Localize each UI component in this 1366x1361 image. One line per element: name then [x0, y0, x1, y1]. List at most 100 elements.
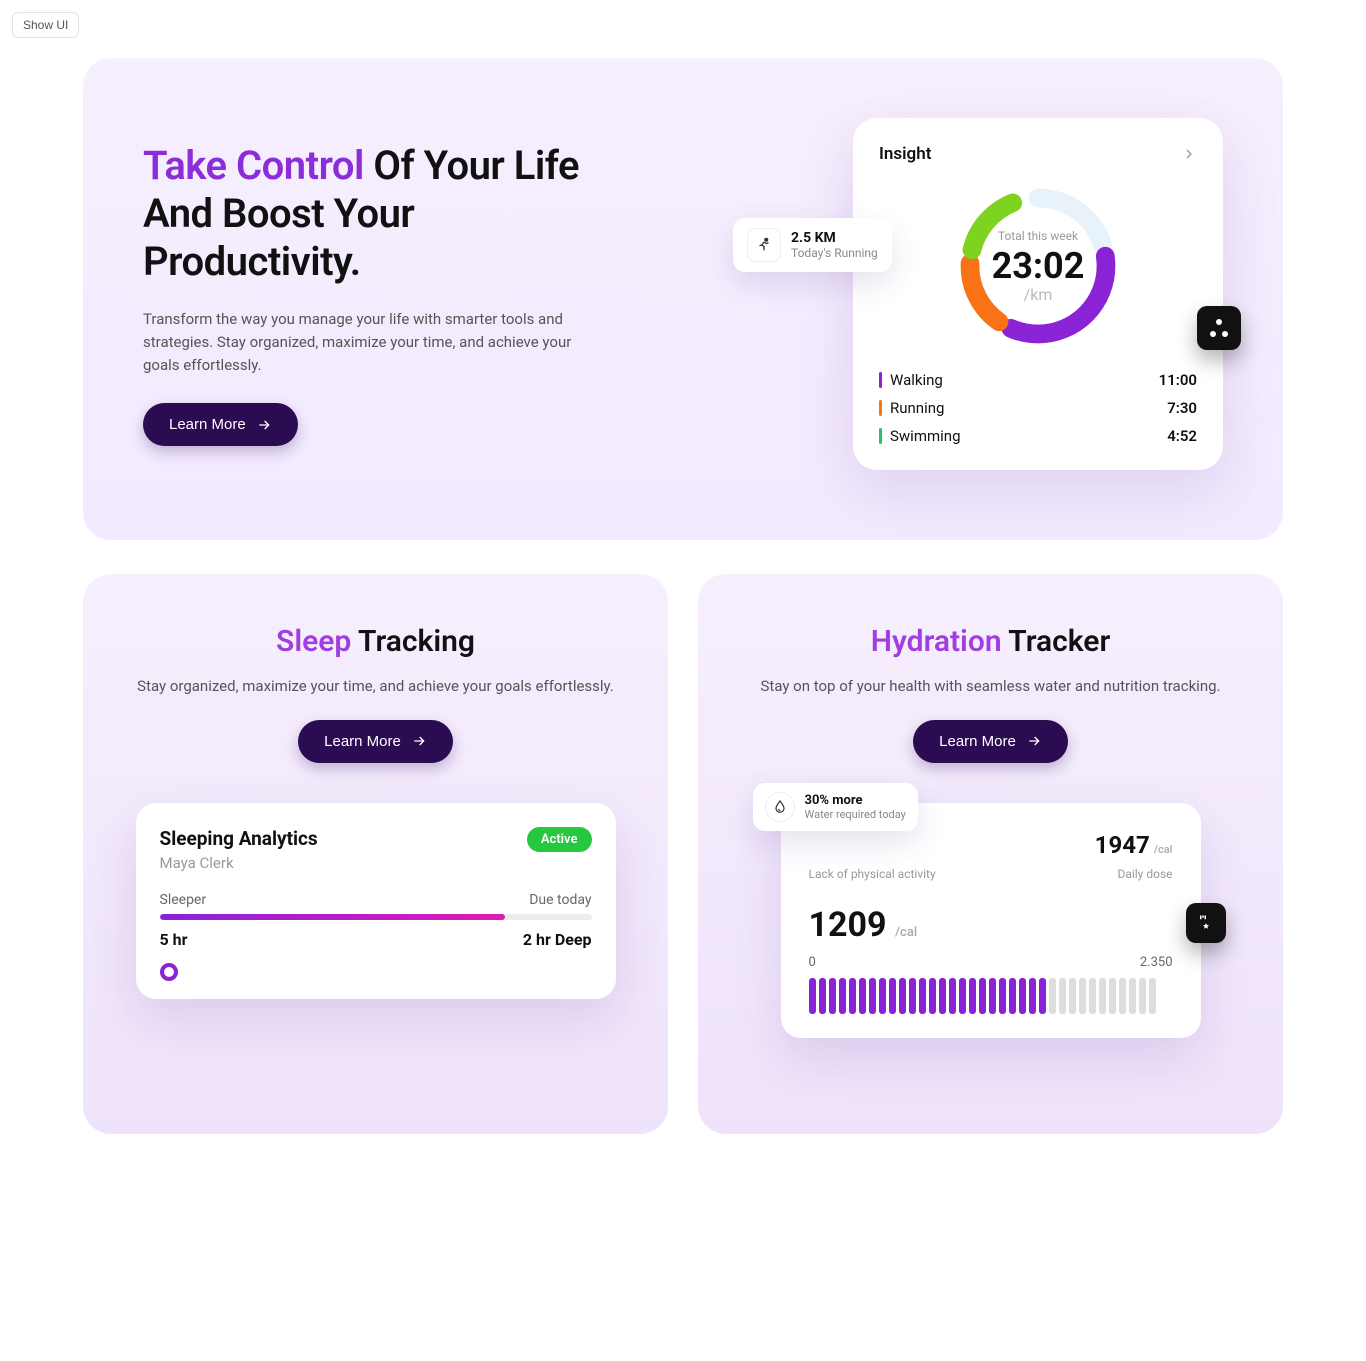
sleep-right-label: Due today — [529, 892, 591, 908]
hydration-top-value: 1947 — [1095, 831, 1150, 859]
hydration-bar-segment — [1119, 978, 1126, 1014]
sleep-title-accent: Sleep — [276, 624, 351, 659]
hydration-bar-segment — [1029, 978, 1036, 1014]
sleep-learn-more-button[interactable]: Learn More — [298, 720, 453, 763]
hydration-bar-segment — [1109, 978, 1116, 1014]
hydration-range-max: 2.350 — [1140, 955, 1173, 970]
sleep-analytics-card: Sleeping Analytics Maya Clerk Active Sle… — [136, 803, 616, 999]
hydration-bar-segment — [919, 978, 926, 1014]
hydration-bar-segment — [929, 978, 936, 1014]
hydration-bar-segment — [869, 978, 876, 1014]
hydration-bar-segment — [1049, 978, 1056, 1014]
hydration-title-accent: Hydration — [871, 624, 1002, 659]
hero-title: Take Control Of Your Life And Boost Your… — [143, 142, 583, 286]
hydration-bar-segment — [1069, 978, 1076, 1014]
hydration-bar-segment — [1129, 978, 1136, 1014]
water-drop-icon — [765, 792, 795, 822]
legend-val-running: 7:30 — [1167, 399, 1197, 417]
avatar — [160, 963, 178, 981]
hydration-bar-segment — [1149, 978, 1156, 1014]
hydration-lack-label: Lack of physical activity — [809, 867, 936, 881]
hydration-bar-segment — [939, 978, 946, 1014]
sleep-title: Sleep Tracking — [113, 624, 638, 659]
donut-label: Total this week — [992, 229, 1085, 243]
hydration-bar-segment — [1039, 978, 1046, 1014]
running-float-value: 2.5 KM — [791, 230, 878, 246]
hydration-bar-segment — [989, 978, 996, 1014]
hydration-bar-segment — [899, 978, 906, 1014]
hydration-bar-segment — [849, 978, 856, 1014]
hydration-bar-segment — [809, 978, 816, 1014]
arrow-right-icon — [1026, 733, 1042, 749]
hydration-bar-segment — [889, 978, 896, 1014]
hydration-dose-label: Daily dose — [1117, 867, 1172, 881]
insight-donut-chart: Total this week 23:02 /km — [879, 176, 1197, 356]
hydration-current: 1209 — [809, 905, 887, 945]
sleep-user: Maya Clerk — [160, 854, 318, 872]
show-ui-button[interactable]: Show UI — [12, 12, 79, 38]
hero-title-accent: Take Control — [143, 142, 364, 189]
water-float-sub: Water required today — [805, 808, 906, 821]
donut-unit: /km — [992, 285, 1085, 304]
legend-row-swimming: Swimming 4:52 — [879, 422, 1197, 450]
running-float-label: Today's Running — [791, 246, 878, 260]
hydration-learn-more-button[interactable]: Learn More — [913, 720, 1068, 763]
sleep-total: 5 hr — [160, 930, 188, 949]
sleep-left-label: Sleeper — [160, 892, 207, 908]
insight-card: Insight Total this week 23:02 — [853, 118, 1223, 470]
hydration-bar-segment — [1089, 978, 1096, 1014]
hydration-bar-segment — [949, 978, 956, 1014]
sleep-progress-bar — [160, 914, 592, 920]
sleep-subtitle: Stay organized, maximize your time, and … — [113, 675, 638, 698]
hydration-subtitle: Stay on top of your health with seamless… — [728, 675, 1253, 698]
hydration-bar-segment — [909, 978, 916, 1014]
hydration-bar-segment — [979, 978, 986, 1014]
sleep-title-rest: Tracking — [351, 624, 475, 659]
hydration-top-unit: /cal — [1154, 843, 1173, 856]
legend-val-swimming: 4:52 — [1167, 427, 1197, 445]
hydration-bar-segment — [1019, 978, 1026, 1014]
hero-cta-label: Learn More — [169, 416, 246, 433]
sleep-cta-label: Learn More — [324, 733, 401, 750]
hydration-bar-segment — [839, 978, 846, 1014]
chevron-right-icon[interactable] — [1181, 146, 1197, 162]
legend-name-walking: Walking — [890, 371, 943, 389]
hydration-bar-segment — [1099, 978, 1106, 1014]
dots-badge-icon — [1197, 306, 1241, 350]
sleep-deep: 2 hr Deep — [523, 930, 592, 949]
insight-title: Insight — [879, 144, 931, 164]
legend-color-walking — [879, 372, 882, 388]
hydration-bar-segment — [999, 978, 1006, 1014]
legend-row-running: Running 7:30 — [879, 394, 1197, 422]
sleep-tracking-card: Sleep Tracking Stay organized, maximize … — [83, 574, 668, 1134]
hydration-title: Hydration Tracker — [728, 624, 1253, 659]
hydration-bars — [809, 978, 1173, 1014]
hydration-title-rest: Tracker — [1002, 624, 1111, 659]
hydration-bar-segment — [969, 978, 976, 1014]
legend-row-walking: Walking 11:00 — [879, 366, 1197, 394]
running-person-icon — [747, 228, 781, 262]
legend-name-running: Running — [890, 399, 944, 417]
legend-color-running — [879, 400, 882, 416]
hydration-range-min: 0 — [809, 955, 816, 970]
hydration-tracker-card: Hydration Tracker Stay on top of your he… — [698, 574, 1283, 1134]
hero-section: Take Control Of Your Life And Boost Your… — [83, 58, 1283, 540]
star-badge-icon — [1186, 903, 1226, 943]
insight-legend: Walking 11:00 Running 7:30 Swimming 4:52 — [879, 366, 1197, 450]
hydration-bar-segment — [959, 978, 966, 1014]
water-float-card: 30% more Water required today — [753, 783, 918, 831]
hero-learn-more-button[interactable]: Learn More — [143, 403, 298, 446]
hydration-bar-segment — [1059, 978, 1066, 1014]
hydration-current-unit: /cal — [895, 925, 917, 940]
hydration-bar-segment — [879, 978, 886, 1014]
hydration-bar-segment — [1009, 978, 1016, 1014]
hydration-bar-segment — [1079, 978, 1086, 1014]
hydration-bar-segment — [829, 978, 836, 1014]
legend-name-swimming: Swimming — [890, 427, 961, 445]
legend-val-walking: 11:00 — [1159, 371, 1197, 389]
arrow-right-icon — [411, 733, 427, 749]
legend-color-swimming — [879, 428, 882, 444]
arrow-right-icon — [256, 417, 272, 433]
hydration-bar-segment — [1139, 978, 1146, 1014]
status-badge: Active — [527, 827, 592, 852]
